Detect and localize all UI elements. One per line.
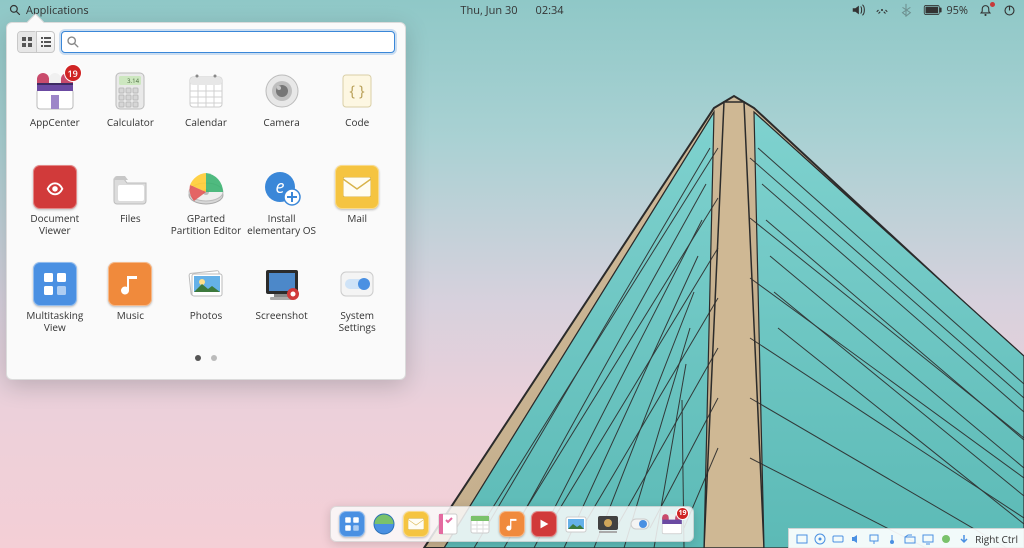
app-code[interactable]: { } Code xyxy=(319,65,395,143)
session-icon[interactable] xyxy=(1002,3,1016,17)
battery-indicator[interactable]: 95% xyxy=(923,3,968,18)
dock-videos[interactable] xyxy=(531,511,557,537)
vm-hostkey-icon xyxy=(957,532,971,546)
top-panel: Applications Thu, Jun 30 02:34 95% xyxy=(0,0,1024,20)
document-viewer-icon xyxy=(33,165,77,209)
dock-screenshot[interactable] xyxy=(595,511,621,537)
search-icon xyxy=(8,3,22,17)
multitasking-icon xyxy=(33,262,77,306)
applications-menu-button[interactable]: Applications xyxy=(8,3,89,18)
app-label: Calendar xyxy=(185,117,227,139)
app-label: Screenshot xyxy=(255,310,307,332)
dock-photos[interactable] xyxy=(563,511,589,537)
wallpaper-building xyxy=(384,88,1024,548)
vm-network-icon xyxy=(867,532,881,546)
vm-hdd-icon xyxy=(831,532,845,546)
app-label: Code xyxy=(345,117,369,139)
vm-disk-icon xyxy=(795,532,809,546)
app-label: Files xyxy=(120,213,141,235)
app-screenshot[interactable]: Screenshot xyxy=(244,258,320,337)
music-icon xyxy=(108,262,152,306)
app-installer[interactable]: e Install elementary OS xyxy=(244,161,320,240)
app-files[interactable]: Files xyxy=(93,161,169,240)
launcher-search-input[interactable] xyxy=(62,32,394,52)
panel-date: Thu, Jun 30 xyxy=(460,3,517,18)
app-mail[interactable]: Mail xyxy=(319,161,395,240)
dock-settings[interactable] xyxy=(627,511,653,537)
pager-dot-2[interactable] xyxy=(211,355,217,361)
calendar-icon xyxy=(184,69,228,113)
app-calendar[interactable]: Calendar xyxy=(168,65,244,143)
app-label: Music xyxy=(117,310,144,332)
app-label: Mail xyxy=(347,213,367,235)
mail-icon xyxy=(335,165,379,209)
view-toggle xyxy=(17,31,55,53)
applications-launcher: 19 AppCenter 3.14 Calculator xyxy=(6,22,406,380)
code-icon: { } xyxy=(335,69,379,113)
notifications-icon[interactable] xyxy=(978,3,992,17)
svg-text:{ }: { } xyxy=(350,81,366,101)
svg-text:e: e xyxy=(275,175,284,199)
vm-recording-icon xyxy=(939,532,953,546)
dock-multitasking[interactable] xyxy=(339,511,365,537)
screenshot-icon xyxy=(260,262,304,306)
settings-icon xyxy=(335,262,379,306)
dock-mail[interactable] xyxy=(403,511,429,537)
app-label: AppCenter xyxy=(30,117,80,139)
dock-music[interactable] xyxy=(499,511,525,537)
bluetooth-icon[interactable] xyxy=(899,3,913,17)
app-system-settings[interactable]: System Settings xyxy=(319,258,395,337)
vm-hostkey-label: Right Ctrl xyxy=(975,532,1018,546)
search-icon xyxy=(66,35,80,49)
photos-icon xyxy=(184,262,228,306)
app-calculator[interactable]: 3.14 Calculator xyxy=(93,65,169,143)
app-document-viewer[interactable]: Document Viewer xyxy=(17,161,93,240)
battery-percent: 95% xyxy=(946,3,968,18)
launcher-toolbar xyxy=(17,31,395,53)
panel-time: 02:34 xyxy=(536,3,564,18)
app-label: Photos xyxy=(190,310,223,332)
app-label: Calculator xyxy=(107,117,154,139)
view-toggle-grid[interactable] xyxy=(18,32,36,52)
app-label: GParted Partition Editor xyxy=(170,213,242,236)
pager-dot-1[interactable] xyxy=(195,355,201,361)
dock-appcenter-badge: 19 xyxy=(677,508,688,519)
calculator-icon: 3.14 xyxy=(108,69,152,113)
launcher-grid: 19 AppCenter 3.14 Calculator xyxy=(17,61,395,341)
dock-tasks[interactable] xyxy=(435,511,461,537)
gparted-icon xyxy=(184,165,228,209)
clock-area[interactable]: Thu, Jun 30 02:34 xyxy=(456,3,567,18)
dock-calendar[interactable] xyxy=(467,511,493,537)
vm-display-icon xyxy=(921,532,935,546)
files-icon xyxy=(108,165,152,209)
app-label: Install elementary OS xyxy=(246,213,318,236)
camera-icon xyxy=(260,69,304,113)
app-appcenter[interactable]: 19 AppCenter xyxy=(17,65,93,143)
app-gparted[interactable]: GParted Partition Editor xyxy=(168,161,244,240)
app-label: Document Viewer xyxy=(19,213,91,236)
appcenter-badge: 19 xyxy=(65,65,81,81)
network-icon[interactable] xyxy=(875,3,889,17)
dock: 19 xyxy=(330,506,694,542)
dock-web[interactable] xyxy=(371,511,397,537)
app-label: System Settings xyxy=(321,310,393,333)
app-photos[interactable]: Photos xyxy=(168,258,244,337)
vm-audio-icon xyxy=(849,532,863,546)
app-music[interactable]: Music xyxy=(93,258,169,337)
vm-optical-icon xyxy=(813,532,827,546)
host-indicator-strip: Right Ctrl xyxy=(788,528,1024,548)
launcher-search[interactable] xyxy=(61,31,395,53)
installer-icon: e xyxy=(260,165,304,209)
app-multitasking[interactable]: Multitasking View xyxy=(17,258,93,337)
launcher-pager xyxy=(17,355,395,361)
app-camera[interactable]: Camera xyxy=(244,65,320,143)
dock-appcenter[interactable]: 19 xyxy=(659,511,685,537)
vm-usb-icon xyxy=(885,532,899,546)
vm-shared-icon xyxy=(903,532,917,546)
volume-icon[interactable] xyxy=(851,3,865,17)
app-label: Multitasking View xyxy=(19,310,91,333)
view-toggle-list[interactable] xyxy=(36,32,54,52)
app-label: Camera xyxy=(263,117,299,139)
svg-text:3.14: 3.14 xyxy=(128,77,140,85)
